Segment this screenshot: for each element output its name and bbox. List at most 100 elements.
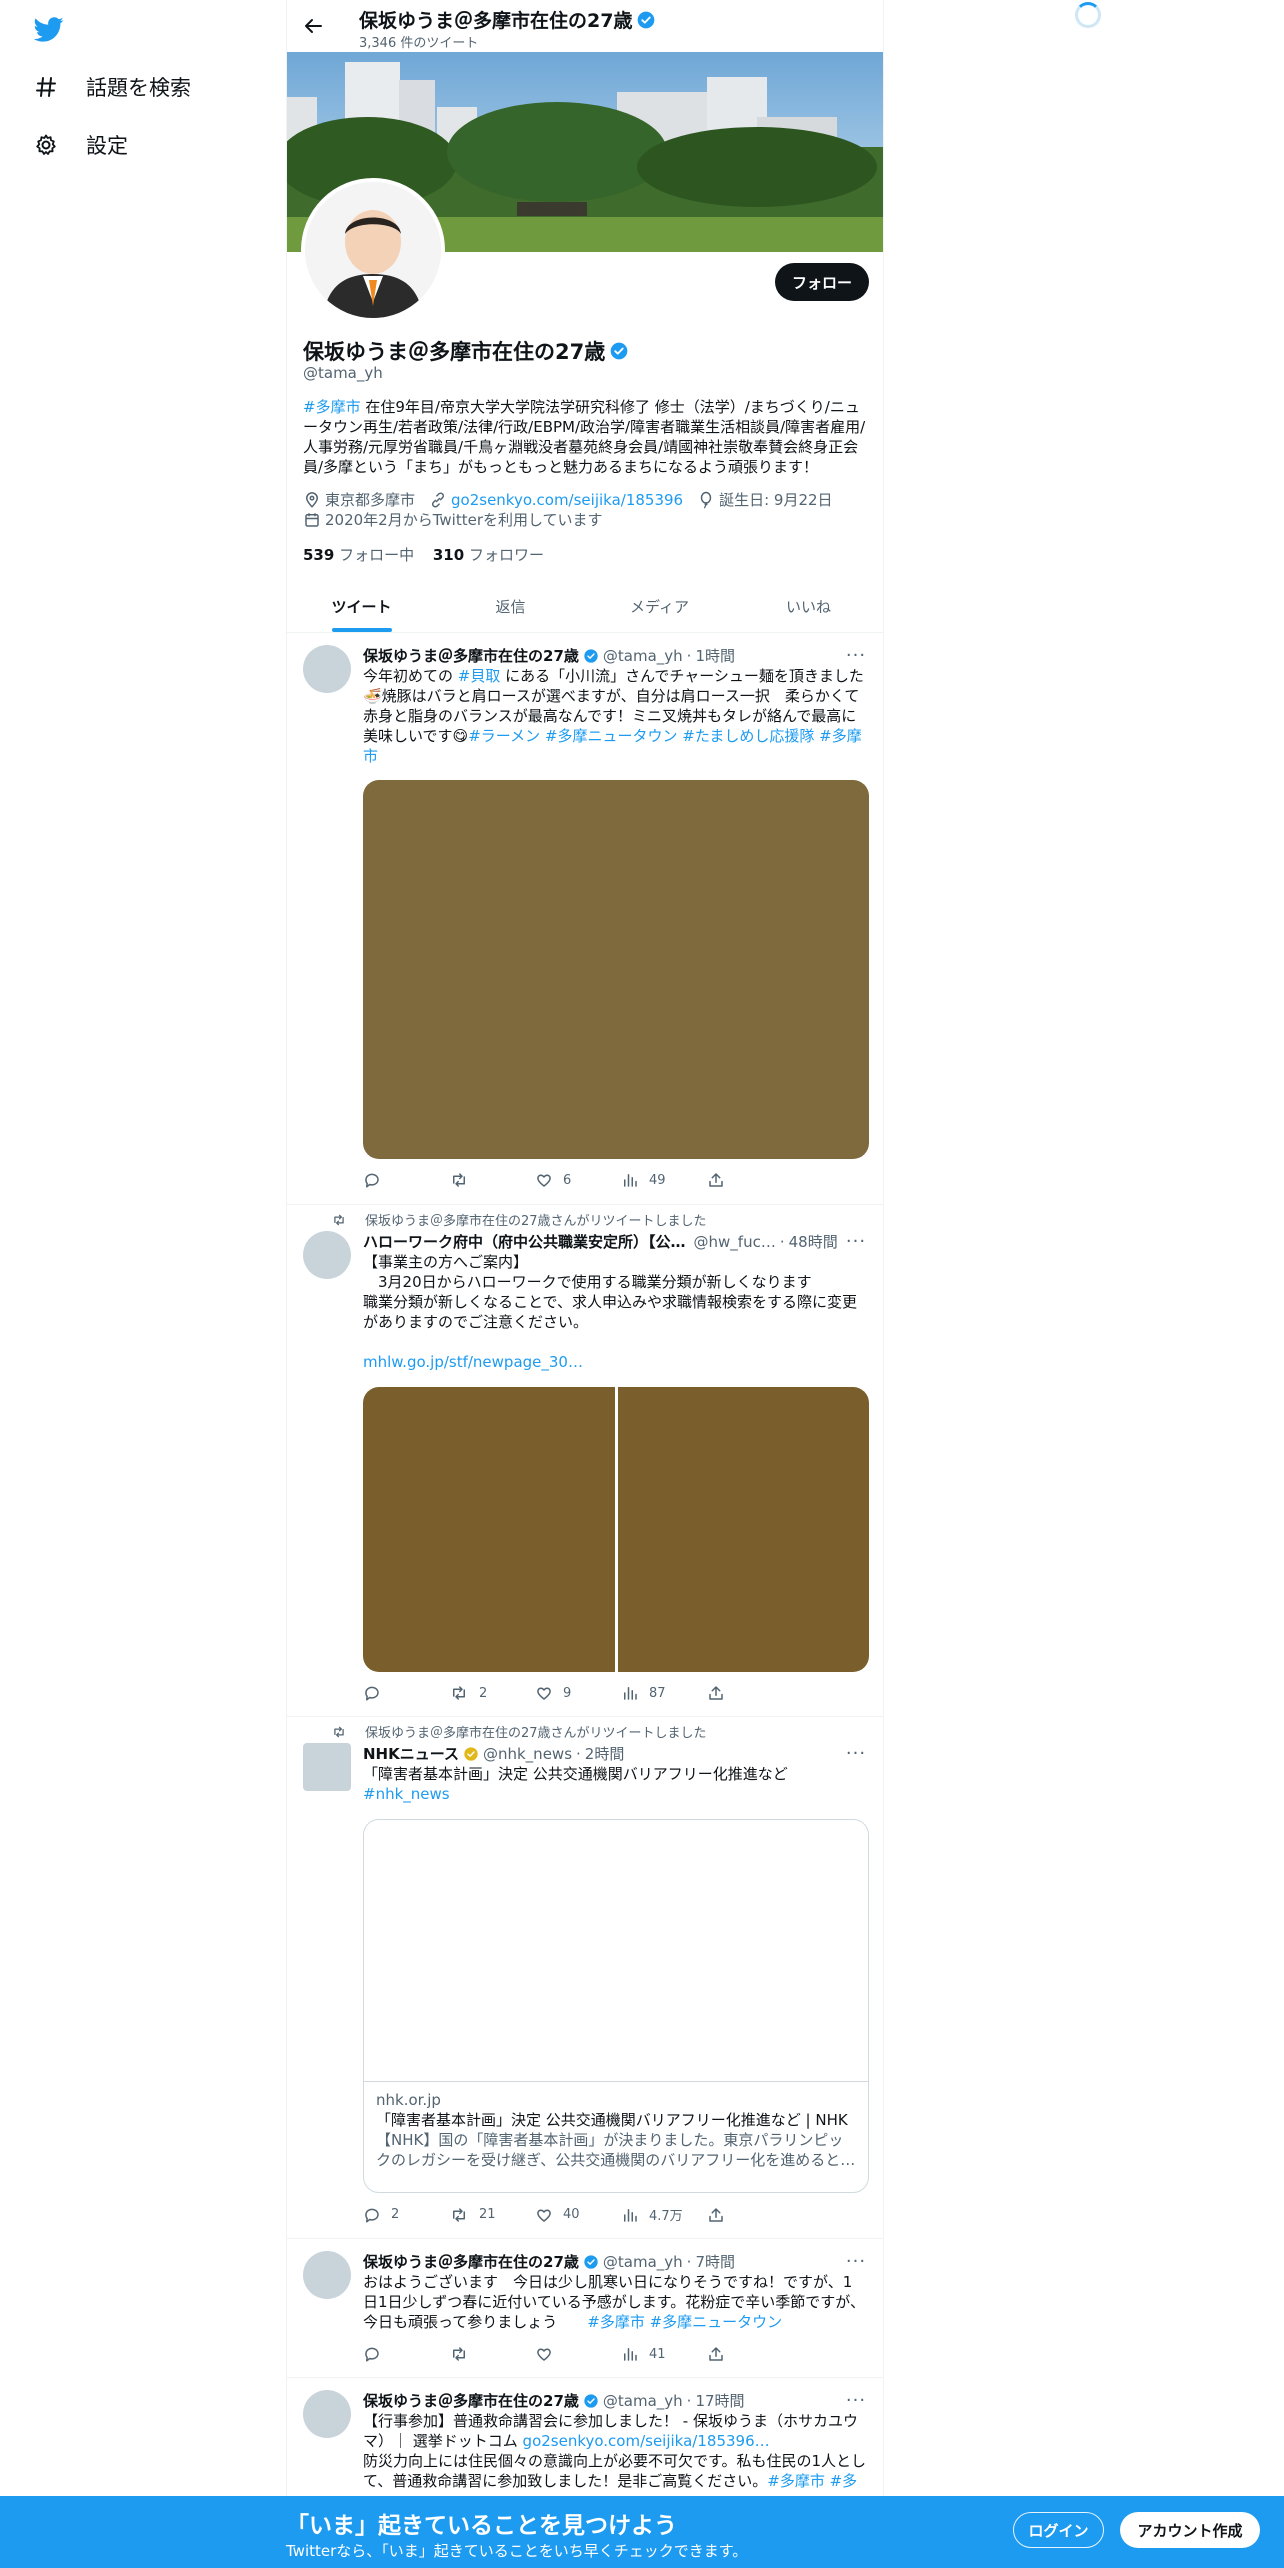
tweet-author-name[interactable]: 保坂ゆうま＠多摩市在住の27歳 [363,2390,579,2411]
retweet-button[interactable] [449,2345,535,2363]
profile-location: 東京都多摩市 [303,489,415,510]
tweet-author-avatar[interactable] [303,1743,351,1791]
retweeted-by-text[interactable]: 保坂ゆうま＠多摩市在住の27歳さんがリツイートしました [365,1210,707,1229]
retweet-button[interactable] [449,1171,535,1189]
tweet-time[interactable]: 7時間 [695,2251,735,2272]
tweet-text-part-1: 今年初めての [363,667,458,685]
more-options-icon[interactable]: ··· [845,1743,867,1764]
profile-website[interactable]: go2senkyo.com/seijika/185396 [429,491,683,509]
website-link[interactable]: go2senkyo.com/seijika/185396 [451,491,683,509]
bio-hashtag-link[interactable]: #多摩市 [303,398,361,416]
left-navigation: 話題を検索 設定 [0,0,286,2568]
reply-button[interactable] [363,1684,449,1702]
like-button[interactable]: 6 [535,1171,621,1189]
tweet-author-avatar[interactable] [303,2390,351,2438]
signup-button[interactable]: アカウント作成 [1120,2512,1260,2548]
tweet-header: 保坂ゆうま＠多摩市在住の27歳 @tama_yh · 7時間 [363,2251,839,2272]
follow-button[interactable]: フォロー [775,263,869,301]
nav-item-explore[interactable]: 話題を検索 [32,67,191,107]
share-button[interactable] [707,2345,793,2363]
back-arrow-icon[interactable] [301,14,325,38]
login-button[interactable]: ログイン [1013,2512,1104,2548]
views-button[interactable]: 87 [621,1684,707,1702]
tab-likes[interactable]: いいね [734,580,883,632]
profile-tabs: ツイート 返信 メディア いいね [287,580,883,633]
header-name: 保坂ゆうま＠多摩市在住の27歳 [359,6,656,33]
tweet-time[interactable]: 1時間 [695,645,735,666]
tweet-separator: · [686,2391,692,2410]
tweet-1[interactable]: 保坂ゆうま＠多摩市在住の27歳 @tama_yh · 1時間 ··· 今年初めて… [287,633,883,1205]
nav-item-explore-label: 話題を検索 [86,76,191,100]
share-button[interactable] [707,1171,793,1189]
tweet-link[interactable]: mhlw.go.jp/stf/newpage_30… [363,1352,867,1372]
tweet-image[interactable] [363,780,869,1159]
view-count: 4.7万 [649,2209,683,2224]
calendar-icon [305,512,319,527]
tab-media[interactable]: メディア [585,580,734,632]
share-button[interactable] [707,1684,793,1702]
following-link[interactable]: 539 フォロー中 [303,546,414,564]
more-options-icon[interactable]: ··· [845,645,867,666]
profile-joined-row: 2020年2月からTwitterを利用しています [303,509,617,530]
tweet-author-name[interactable]: 保坂ゆうま＠多摩市在住の27歳 [363,645,579,666]
tweet-hashtags-link[interactable]: #多摩市 #多摩ニュータウン [587,2313,782,2331]
tweet-link[interactable]: go2senkyo.com/seijika/185396… [523,2432,770,2450]
tweet-hashtags-link[interactable]: #多摩市 #多 [767,2472,857,2490]
tweet-author-handle: @tama_yh [602,2391,683,2410]
nav-item-settings[interactable]: 設定 [32,125,128,165]
more-options-icon[interactable]: ··· [845,1231,867,1252]
profile-name-text: 保坂ゆうま＠多摩市在住の27歳 [303,340,606,364]
tweet-separator: · [576,1744,581,1763]
link-card[interactable]: nhk.or.jp 「障害者基本計画」決定 公共交通機関バリアフリー化推進など … [363,1819,869,2193]
share-icon [709,1173,723,1187]
retweeted-by-text[interactable]: 保坂ゆうま＠多摩市在住の27歳さんがリツイートしました [365,1722,707,1741]
profile-bio: #多摩市 在住9年目/帝京大学大学院法学研究科修了 修士（法学）/まちづくり/ニ… [303,397,869,477]
link-card-domain: nhk.or.jp [376,2091,441,2109]
retweet-button[interactable]: 21 [449,2206,535,2224]
verified-badge-icon [584,2254,598,2269]
heart-icon [537,2348,551,2361]
followers-link[interactable]: 310 フォロワー [433,546,544,564]
tweet-author-name[interactable]: ハローワーク府中（府中公共職業安定所）【公… [363,1231,686,1252]
reply-button[interactable] [363,1171,449,1189]
tweet-time[interactable]: 2時間 [585,1743,625,1764]
loading-spinner-icon [1075,2,1101,28]
profile-handle: @tama_yh [303,364,383,382]
views-button[interactable]: 4.7万 [621,2205,707,2224]
tweet-time[interactable]: 17時間 [695,2390,744,2411]
profile-avatar[interactable] [301,178,445,322]
tab-replies[interactable]: 返信 [436,580,585,632]
tweet-image-2[interactable] [617,1387,869,1672]
retweet-icon [453,1173,465,1187]
tweet-author-name[interactable]: 保坂ゆうま＠多摩市在住の27歳 [363,2251,579,2272]
views-button[interactable]: 49 [621,1171,707,1189]
tweet-4[interactable]: 保坂ゆうま＠多摩市在住の27歳 @tama_yh · 7時間 ··· おはようご… [287,2239,883,2378]
reply-button[interactable]: 2 [363,2206,449,2224]
follow-stats: 539 フォロー中 310 フォロワー [303,544,544,565]
share-button[interactable] [707,2206,793,2224]
tab-tweets[interactable]: ツイート [287,580,436,632]
tweet-2[interactable]: 保坂ゆうま＠多摩市在住の27歳さんがリツイートしました ハローワーク府中（府中公… [287,1205,883,1717]
tweet-author-avatar[interactable] [303,1231,351,1279]
tweet-author-avatar[interactable] [303,2251,351,2299]
views-button[interactable]: 41 [621,2345,707,2363]
view-count: 87 [649,1685,666,1701]
header-tweet-count: 3,346 件のツイート [359,36,479,51]
tweet-author-avatar[interactable] [303,645,351,693]
twitter-bird-icon[interactable] [32,14,66,44]
like-button[interactable]: 9 [535,1684,621,1702]
tweet-hashtag-link[interactable]: #貝取 [458,667,501,685]
tweet-hashtag-link[interactable]: #nhk_news [363,1784,867,1804]
tweet-author-name[interactable]: NHKニュース [363,1743,459,1764]
profile-timeline: 保坂ゆうま＠多摩市在住の27歳 3,346 件のツイート フォロー 保坂ゆうま＠… [286,0,884,2568]
tweet-3[interactable]: 保坂ゆうま＠多摩市在住の27歳さんがリツイートしました NHKニュース @nhk… [287,1717,883,2239]
more-options-icon[interactable]: ··· [845,2251,867,2272]
like-button[interactable] [535,2345,621,2363]
tweet-image-1[interactable] [363,1387,615,1672]
retweet-button[interactable]: 2 [449,1684,535,1702]
reply-button[interactable] [363,2345,449,2363]
like-button[interactable]: 40 [535,2206,621,2224]
more-options-icon[interactable]: ··· [845,2390,867,2411]
tweet-time[interactable]: 48時間 [789,1231,838,1252]
tweet-text: 【行事参加】普通救命講習会に参加しました！ - 保坂ゆうま（ホサカユウマ）｜ 選… [363,2411,867,2491]
